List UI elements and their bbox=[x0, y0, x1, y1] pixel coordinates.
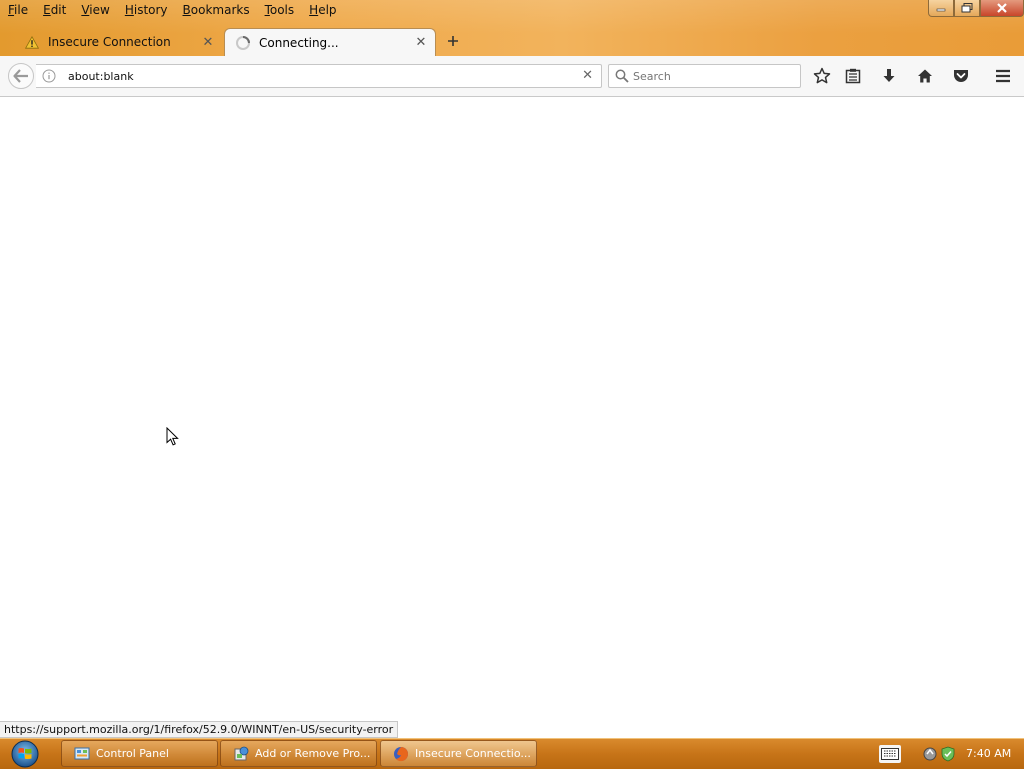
tab-strip: Insecure Connection ✕ Connecting... ✕ bbox=[0, 27, 1024, 56]
mouse-cursor-icon bbox=[166, 426, 179, 449]
security-center-icon[interactable] bbox=[940, 746, 956, 762]
taskbar-firefox[interactable]: Insecure Connectio... bbox=[380, 740, 537, 767]
menu-view[interactable]: View bbox=[73, 0, 116, 20]
tab-title: Insecure Connection bbox=[48, 35, 171, 49]
keyboard-icon[interactable] bbox=[879, 745, 901, 763]
menu-bookmarks[interactable]: Bookmarks bbox=[175, 0, 257, 20]
tab-connecting[interactable]: Connecting... ✕ bbox=[224, 28, 436, 56]
clear-icon[interactable]: ✕ bbox=[582, 68, 593, 83]
tab-close-icon[interactable]: ✕ bbox=[200, 34, 216, 50]
taskbar-add-remove-programs[interactable]: Add or Remove Pro... bbox=[220, 740, 377, 767]
menu-tools[interactable]: Tools bbox=[257, 0, 302, 20]
minimize-icon bbox=[936, 8, 946, 12]
window-controls bbox=[928, 0, 1024, 17]
reading-list-icon[interactable] bbox=[843, 66, 863, 86]
windows-start-icon bbox=[11, 740, 39, 768]
menu-icon[interactable] bbox=[993, 66, 1013, 86]
address-bar[interactable]: about:blank ✕ bbox=[36, 64, 602, 88]
menu-help[interactable]: Help bbox=[301, 0, 343, 20]
firefox-icon bbox=[393, 746, 409, 762]
downloads-icon[interactable] bbox=[879, 66, 899, 86]
close-icon bbox=[997, 3, 1007, 13]
url-text[interactable]: about:blank bbox=[68, 70, 134, 83]
back-arrow-icon bbox=[13, 69, 28, 83]
menu-edit[interactable]: Edit bbox=[35, 0, 73, 20]
programs-icon bbox=[233, 746, 249, 762]
search-bar[interactable] bbox=[608, 64, 801, 88]
restore-icon bbox=[961, 3, 973, 13]
tab-close-icon[interactable]: ✕ bbox=[413, 35, 429, 51]
tab-title: Connecting... bbox=[259, 35, 339, 50]
status-link: https://support.mozilla.org/1/firefox/52… bbox=[0, 721, 399, 738]
bookmark-star-icon[interactable] bbox=[812, 66, 832, 86]
pocket-icon[interactable] bbox=[951, 66, 971, 86]
menu-file[interactable]: File bbox=[0, 0, 35, 20]
restore-button[interactable] bbox=[954, 0, 980, 17]
control-panel-icon bbox=[74, 746, 90, 762]
start-button[interactable] bbox=[6, 739, 44, 769]
search-input[interactable] bbox=[633, 68, 793, 84]
close-window-button[interactable] bbox=[980, 0, 1024, 17]
tab-insecure-connection[interactable]: Insecure Connection ✕ bbox=[14, 28, 222, 56]
info-icon[interactable] bbox=[42, 69, 56, 83]
network-icon[interactable] bbox=[922, 746, 938, 762]
clock[interactable]: 7:40 AM bbox=[966, 747, 1011, 760]
page-content[interactable] bbox=[0, 97, 1024, 739]
taskbar: Control Panel Add or Remove Pro... Insec… bbox=[0, 738, 1024, 769]
menu-history[interactable]: History bbox=[117, 0, 175, 20]
taskbar-item-label: Insecure Connectio... bbox=[415, 747, 531, 760]
window-frame: File Edit View History Bookmarks Tools H… bbox=[0, 0, 1024, 56]
system-tray: 7:40 AM bbox=[874, 739, 1024, 769]
back-button[interactable] bbox=[8, 63, 34, 89]
minimize-button[interactable] bbox=[928, 0, 954, 17]
search-icon bbox=[615, 69, 629, 86]
menu-bar: File Edit View History Bookmarks Tools H… bbox=[0, 0, 344, 20]
navigation-toolbar: about:blank ✕ bbox=[0, 56, 1024, 97]
taskbar-item-label: Control Panel bbox=[96, 747, 169, 760]
loading-spinner-icon bbox=[235, 35, 251, 51]
taskbar-item-label: Add or Remove Pro... bbox=[255, 747, 371, 760]
home-icon[interactable] bbox=[915, 66, 935, 86]
new-tab-button[interactable] bbox=[444, 32, 462, 50]
taskbar-control-panel[interactable]: Control Panel bbox=[61, 740, 218, 767]
warning-icon bbox=[24, 34, 40, 50]
plus-icon bbox=[448, 36, 458, 46]
